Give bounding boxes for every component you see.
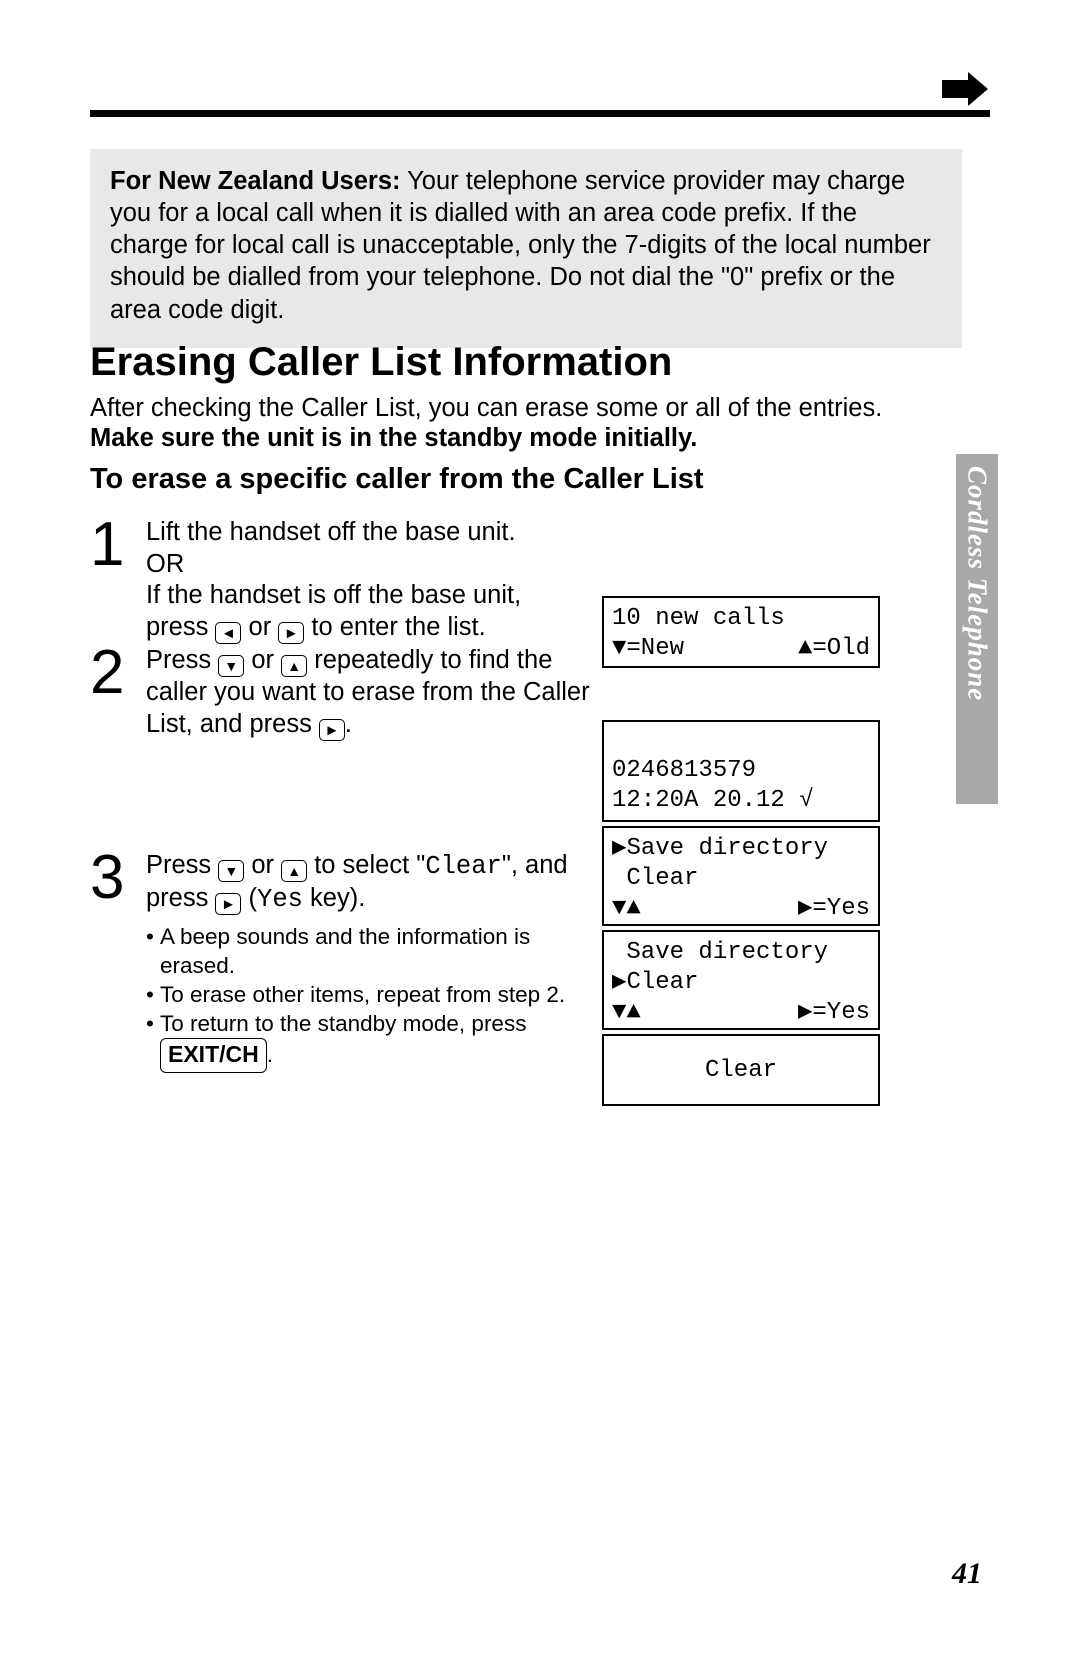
step-number: 2 (90, 637, 124, 708)
bullet-item: A beep sounds and the information is era… (146, 923, 610, 981)
nz-users-note: For New Zealand Users: Your telephone se… (90, 149, 962, 348)
top-horizontal-rule (90, 110, 990, 117)
left-arrow-key-icon: ◄ (215, 622, 241, 644)
step-body: Press ▼ or ▲ to select "Clear", and pres… (146, 850, 610, 1073)
section-side-tab: Cordless Telephone (956, 454, 998, 804)
lcd-display-4: Save directory ▶Clear ▼▲▶=Yes (602, 930, 880, 1030)
exit-ch-key-icon: EXIT/CH (160, 1038, 267, 1072)
step-number: 3 (90, 842, 124, 913)
lcd-display-2: 0246813579 12:20A 20.12 √ (602, 720, 880, 822)
step-body: Lift the handset off the base unit. OR I… (146, 517, 610, 644)
down-arrow-key-icon: ▼ (218, 860, 244, 882)
continue-arrow-icon (942, 72, 988, 111)
step-2: 2 Press ▼ or ▲ repeatedly to find the ca… (90, 645, 610, 741)
side-tab-label: Cordless Telephone (962, 466, 993, 701)
up-arrow-key-icon: ▲ (281, 860, 307, 882)
lcd-display-1: 10 new calls ▼=New▲=Old (602, 596, 880, 668)
lcd-display-5: Clear (602, 1034, 880, 1106)
lcd-display-3: ▶Save directory Clear ▼▲▶=Yes (602, 826, 880, 926)
step-body: Press ▼ or ▲ repeatedly to find the call… (146, 645, 610, 741)
step-1: 1 Lift the handset off the base unit. OR… (90, 517, 610, 644)
step-number: 1 (90, 509, 124, 580)
right-arrow-key-icon: ► (278, 622, 304, 644)
down-arrow-key-icon: ▼ (218, 655, 244, 677)
right-arrow-key-icon: ► (319, 719, 345, 741)
intro-line: After checking the Caller List, you can … (90, 394, 882, 423)
right-arrow-key-icon: ► (215, 893, 241, 915)
sub-heading: To erase a specific caller from the Call… (90, 463, 704, 496)
manual-page: For New Zealand Users: Your telephone se… (0, 0, 1080, 1669)
step-3-bullets: A beep sounds and the information is era… (146, 923, 610, 1073)
section-title: Erasing Caller List Information (90, 340, 672, 385)
intro-bold: Make sure the unit is in the standby mod… (90, 424, 697, 453)
up-arrow-key-icon: ▲ (281, 655, 307, 677)
bullet-item: To return to the standby mode, press EXI… (146, 1010, 610, 1073)
step-3: 3 Press ▼ or ▲ to select "Clear", and pr… (90, 850, 610, 1073)
note-title: For New Zealand Users: (110, 167, 401, 195)
page-number: 41 (952, 1557, 982, 1591)
bullet-item: To erase other items, repeat from step 2… (146, 981, 610, 1010)
